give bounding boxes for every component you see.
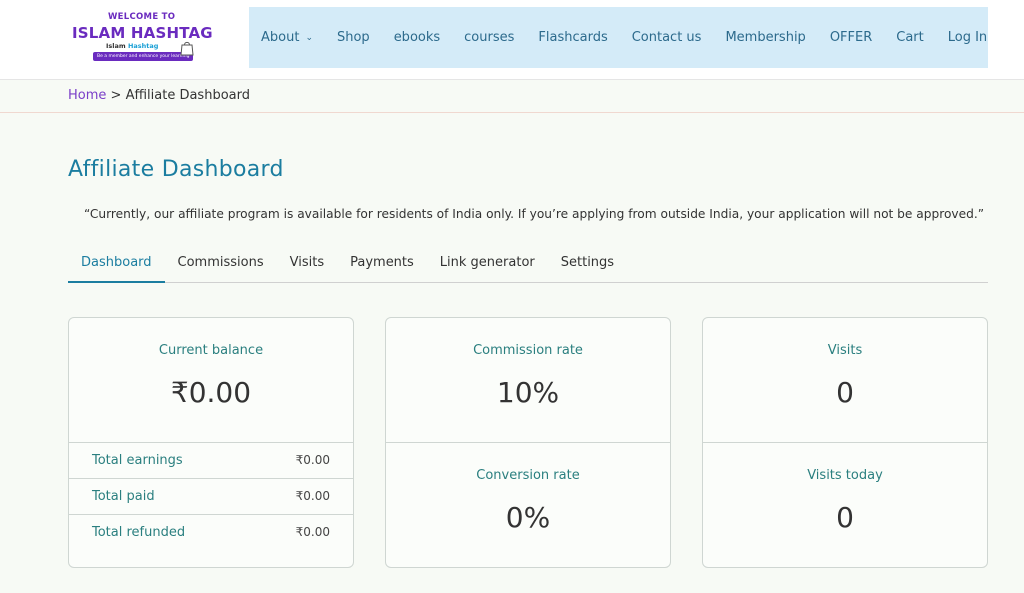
visits-today-label: Visits today (807, 468, 883, 483)
nav-about[interactable]: About ⌄ (261, 30, 313, 45)
total-earnings-value: ₹0.00 (295, 453, 330, 467)
tab-commissions[interactable]: Commissions (165, 248, 277, 283)
total-refunded-row: Total refunded ₹0.00 (69, 515, 353, 551)
card-divider (386, 442, 670, 443)
site-header: WELCOME TO ISLAM HASHTAG Islam Hashtag B… (0, 0, 1024, 80)
tab-visits[interactable]: Visits (277, 248, 337, 283)
total-paid-value: ₹0.00 (295, 489, 330, 503)
tab-link-generator[interactable]: Link generator (427, 248, 548, 283)
breadcrumb: Home > Affiliate Dashboard (68, 88, 250, 103)
current-balance-label: Current balance (158, 343, 264, 358)
total-earnings-row: Total earnings ₹0.00 (69, 443, 353, 479)
logo-sub-b: Hashtag (127, 42, 159, 50)
total-refunded-value: ₹0.00 (295, 525, 330, 539)
nav-flashcards[interactable]: Flashcards (538, 30, 607, 45)
commission-rate-value: 10% (496, 376, 560, 409)
total-paid-label: Total paid (92, 489, 155, 504)
rates-card: Commission rate 10% Conversion rate 0% (385, 317, 671, 568)
residency-notice: “Currently, our affiliate program is ava… (84, 207, 985, 221)
tab-dashboard[interactable]: Dashboard (68, 248, 165, 283)
visits-today-value: 0 (836, 501, 854, 534)
breadcrumb-home-link[interactable]: Home (68, 88, 106, 103)
tab-payments[interactable]: Payments (337, 248, 427, 283)
total-earnings-label: Total earnings (92, 453, 183, 468)
total-paid-row: Total paid ₹0.00 (69, 479, 353, 515)
conversion-rate-value: 0% (505, 501, 551, 534)
nav-offer[interactable]: OFFER (830, 30, 872, 45)
nav-cart[interactable]: Cart (896, 30, 924, 45)
nav-ebooks[interactable]: ebooks (394, 30, 440, 45)
affiliate-tabs: Dashboard Commissions Visits Payments Li… (68, 248, 988, 283)
visits-value: 0 (836, 376, 854, 409)
logo-subtitle: Islam Hashtag (106, 42, 158, 50)
nav-courses[interactable]: courses (464, 30, 514, 45)
site-logo[interactable]: WELCOME TO ISLAM HASHTAG Islam Hashtag B… (70, 10, 213, 64)
logo-tagline: Be a member and enhance your learning (93, 52, 194, 61)
nav-about-label: About (261, 30, 300, 45)
tab-settings[interactable]: Settings (548, 248, 627, 283)
commission-rate-label: Commission rate (473, 343, 583, 358)
logo-sub-a: Islam (106, 42, 126, 50)
nav-contact-us[interactable]: Contact us (632, 30, 702, 45)
nav-log-in[interactable]: Log In (948, 30, 987, 45)
card-divider (703, 442, 987, 443)
shopping-bag-icon (180, 41, 194, 56)
visits-label: Visits (827, 343, 863, 358)
breadcrumb-separator: > (110, 88, 122, 103)
visits-card: Visits 0 Visits today 0 (702, 317, 988, 568)
nav-membership[interactable]: Membership (725, 30, 805, 45)
page-title: Affiliate Dashboard (68, 157, 284, 182)
current-balance-value: ₹0.00 (170, 376, 252, 409)
conversion-rate-label: Conversion rate (476, 468, 580, 483)
nav-shop[interactable]: Shop (337, 30, 370, 45)
chevron-down-icon: ⌄ (305, 32, 313, 43)
breadcrumb-divider (0, 112, 1024, 113)
balance-card: Current balance ₹0.00 Total earnings ₹0.… (68, 317, 354, 568)
main-nav: About ⌄ Shop ebooks courses Flashcards C… (249, 7, 988, 68)
total-refunded-label: Total refunded (92, 525, 186, 540)
breadcrumb-current: Affiliate Dashboard (125, 88, 250, 103)
logo-welcome-text: WELCOME TO (108, 12, 176, 22)
